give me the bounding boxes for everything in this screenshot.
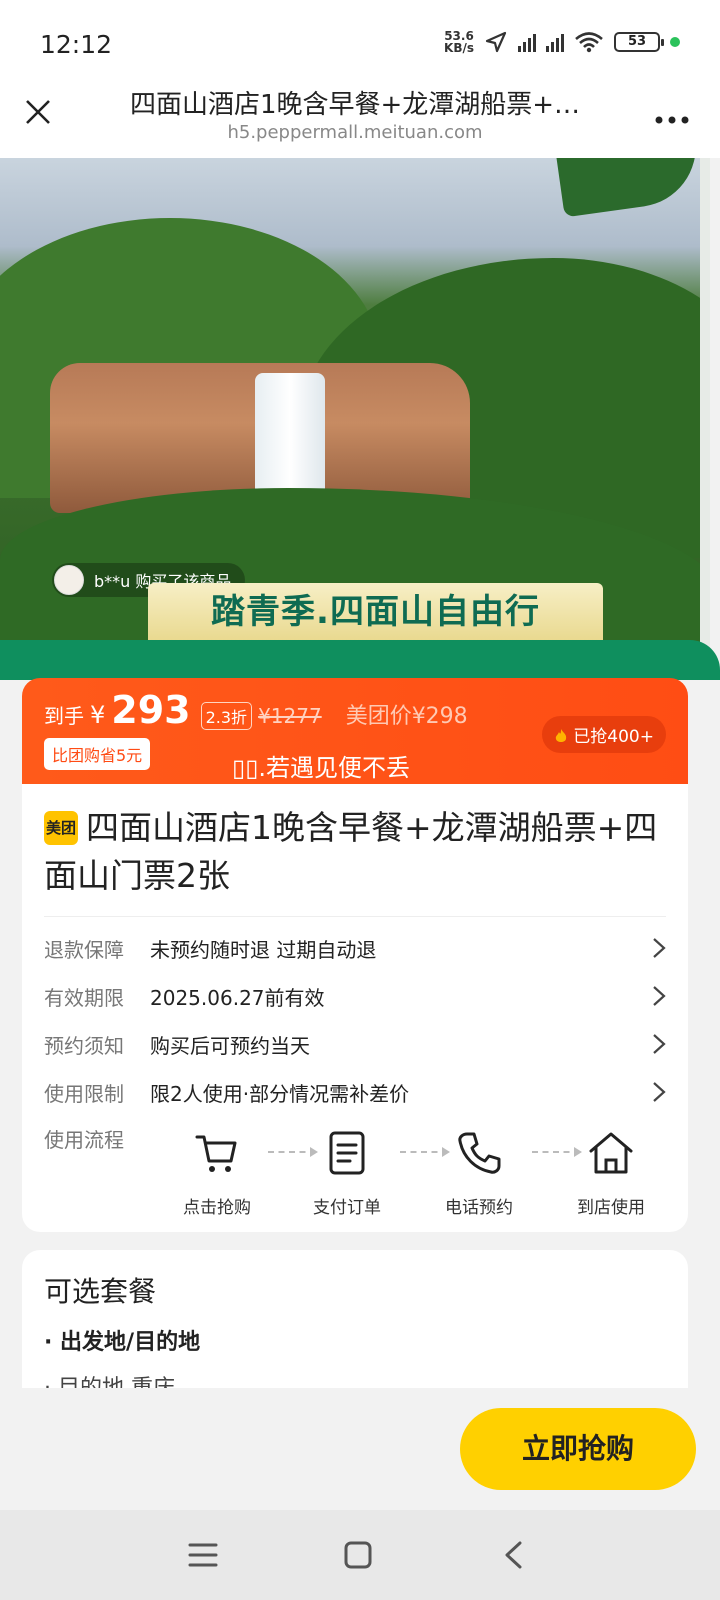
home-icon [589,1132,633,1174]
back-icon [505,1541,522,1569]
status-time: 12:12 [40,30,113,59]
signal-icon-1 [518,32,536,52]
flow-step-label: 点击抢购 [183,1198,251,1218]
status-bar: 12:12 53.6 KB/s 53 [0,0,720,92]
info-key: 预约须知 [44,1033,124,1058]
flow-step-pay: 支付订单 [302,1129,392,1218]
signal-icon-2 [546,32,564,52]
system-nav-bar [0,1510,720,1600]
product-title: 四面山酒店1晚含早餐+龙潭湖船票+四面山门票2张 [44,808,658,895]
flow-label: 使用流程 [44,1128,124,1152]
flow-step-label: 电话预约 [445,1198,513,1218]
status-icons: 53.6 KB/s 53 [444,30,680,54]
info-key: 使用限制 [44,1081,124,1106]
hero-scroll-edge [700,158,710,648]
info-value: 限2人使用·部分情况需补差价 [150,1081,410,1106]
meituan-tag: 美团 [44,811,78,845]
flow-step-buy: 点击抢购 [172,1129,262,1218]
close-button[interactable] [18,92,58,132]
info-value: 购买后可预约当天 [150,1033,310,1058]
info-row-refund[interactable]: 退款保障 未预约随时退 过期自动退 [44,928,666,968]
discount-badge: 2.3折 [200,702,253,730]
menu-icon [188,1543,218,1567]
sold-count: 已抢400+ [573,727,654,747]
chevron-right-icon [653,986,666,1006]
info-key: 退款保障 [44,937,124,962]
flow-step-phone: 电话预约 [434,1129,524,1218]
info-value: 2025.06.27前有效 [150,985,325,1010]
fire-icon [555,729,567,742]
green-strip [0,640,720,680]
price-card: 到手 ¥ 293 2.3折 ¥1277 美团价¥298 比团购省5元 ▯▯.若遇… [22,678,688,790]
price-label: 到手 [44,704,84,728]
action-bar: 立即抢购 [0,1388,720,1510]
square-home-icon [344,1541,372,1569]
sold-count-badge: 已抢400+ [541,716,666,753]
options-sub: · 目的地 重庆 [44,1370,175,1388]
more-button[interactable] [654,98,690,133]
buyer-avatar [54,565,84,595]
cart-icon [195,1135,237,1172]
options-item: · 出发地/目的地 [44,1330,201,1355]
price-slogan: ▯▯.若遇见便不丢 [232,754,411,782]
home-button[interactable] [333,1530,383,1580]
info-value: 未预约随时退 过期自动退 [150,937,377,962]
save-badge: 比团购省5元 [44,738,151,770]
options-title: 可选套餐 [44,1275,157,1308]
battery-icon: 53 [614,32,664,52]
chevron-right-icon [653,1034,666,1054]
usage-flow: 点击抢购 支付订单 电话预约 到店使用 [172,1129,662,1219]
wifi-icon [575,32,603,53]
chevron-right-icon [653,938,666,958]
close-icon [26,100,50,124]
price-amount: 293 [111,688,191,732]
product-info-card: 美团 四面山酒店1晚含早餐+龙潭湖船票+四面山门票2张 退款保障 未预约随时退 过… [22,784,688,1232]
back-button[interactable] [488,1530,538,1580]
phone-icon [458,1132,501,1174]
original-price: ¥1277 [258,704,322,728]
flow-step-label: 支付订单 [313,1198,381,1218]
price-currency: ¥ [90,701,106,729]
info-row-validity[interactable]: 有效期限 2025.06.27前有效 [44,976,666,1016]
charging-dot [670,37,680,47]
buy-now-button[interactable]: 立即抢购 [460,1408,696,1490]
net-speed: 53.6 KB/s [444,29,474,55]
price-row: 到手 ¥ 293 2.3折 ¥1277 美团价¥298 [44,688,468,732]
hero-banner: 踏青季.四面山自由行 [148,583,603,641]
info-row-booking[interactable]: 预约须知 购买后可预约当天 [44,1024,666,1064]
page-title: 四面山酒店1晚含早餐+龙潭湖船票+… [129,90,581,120]
meituan-price: 美团价¥298 [345,704,468,729]
menu-button[interactable] [178,1530,228,1580]
package-options-card: 可选套餐 · 出发地/目的地 · 目的地 重庆 [22,1250,688,1388]
page-url: h5.peppermall.meituan.com [227,122,483,143]
flow-step-label: 到店使用 [577,1198,645,1218]
info-row-usage-limit[interactable]: 使用限制 限2人使用·部分情况需补差价 [44,1072,666,1112]
title-bar: 四面山酒店1晚含早餐+龙潭湖船票+… h5.peppermall.meituan… [0,90,720,158]
chevron-right-icon [653,1082,666,1102]
order-doc-icon [329,1131,365,1175]
hero-image[interactable]: b**u 购买了该商品 踏青季.四面山自由行 [0,158,710,648]
product-title-block: 美团 四面山酒店1晚含早餐+龙潭湖船票+四面山门票2张 [44,804,664,900]
info-key: 有效期限 [44,985,124,1010]
location-arrow-icon [485,31,507,53]
flow-step-visit: 到店使用 [566,1129,656,1218]
hero-leaf [556,158,704,218]
more-dots-icon [655,116,689,124]
divider [44,916,666,917]
